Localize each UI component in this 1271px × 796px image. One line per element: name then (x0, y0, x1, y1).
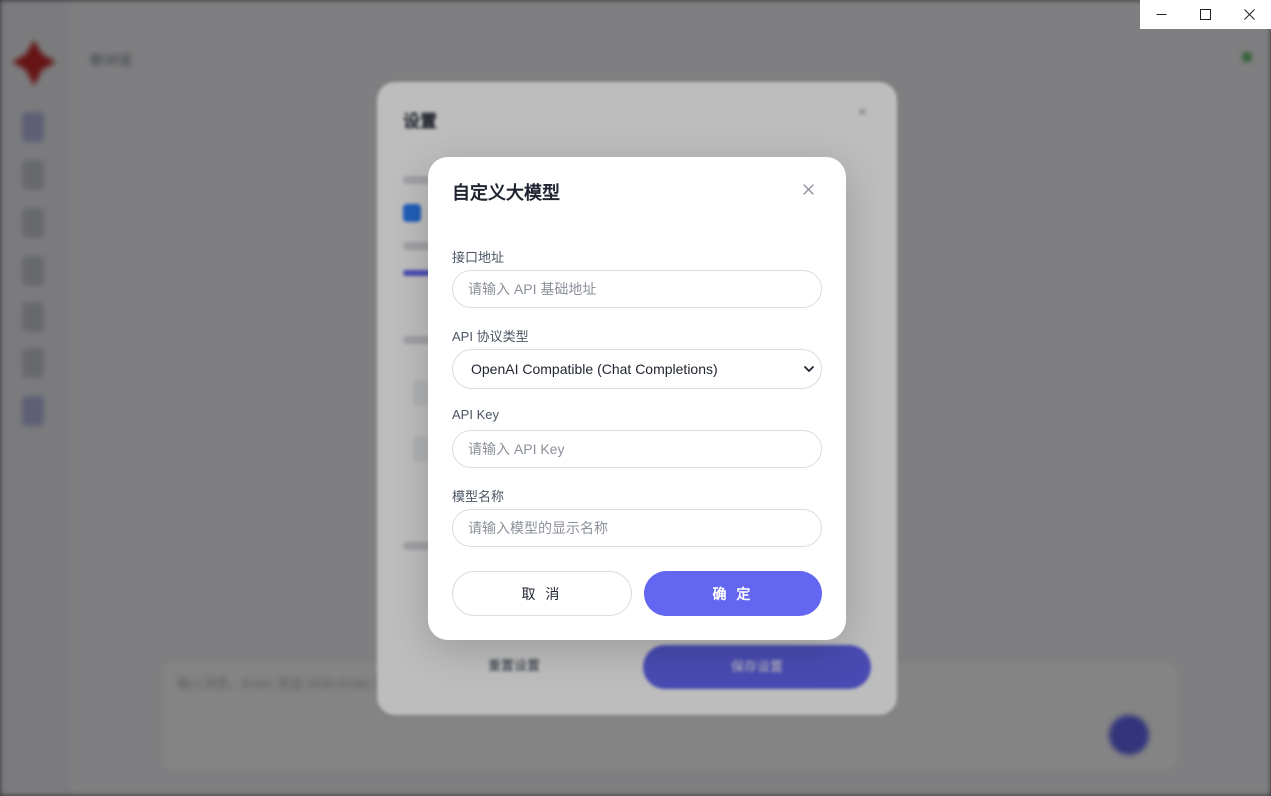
minimize-button[interactable] (1140, 0, 1184, 29)
confirm-button[interactable]: 确 定 (644, 571, 822, 616)
protocol-select-value: OpenAI Compatible (Chat Completions) (471, 361, 718, 377)
window-controls (1140, 0, 1271, 29)
endpoint-input[interactable] (452, 270, 822, 308)
model-name-input[interactable] (452, 509, 822, 547)
protocol-select[interactable]: OpenAI Compatible (Chat Completions) (452, 349, 822, 389)
api-key-input[interactable] (452, 430, 822, 468)
endpoint-label: 接口地址 (452, 250, 505, 265)
maximize-icon (1200, 9, 1211, 20)
model-name-label: 模型名称 (452, 489, 505, 504)
custom-model-dialog: 自定义大模型 接口地址 API 协议类型 OpenAI Compatible (… (428, 157, 846, 640)
minimize-icon (1156, 14, 1167, 15)
maximize-button[interactable] (1184, 0, 1228, 29)
api-key-label: API Key (452, 407, 499, 422)
window-close-button[interactable] (1227, 0, 1271, 29)
dialog-title: 自定义大模型 (452, 183, 560, 203)
close-icon[interactable] (798, 179, 818, 199)
close-icon (1243, 9, 1255, 20)
chevron-down-icon (804, 366, 814, 372)
protocol-label: API 协议类型 (452, 329, 529, 344)
cancel-button[interactable]: 取 消 (452, 571, 632, 616)
